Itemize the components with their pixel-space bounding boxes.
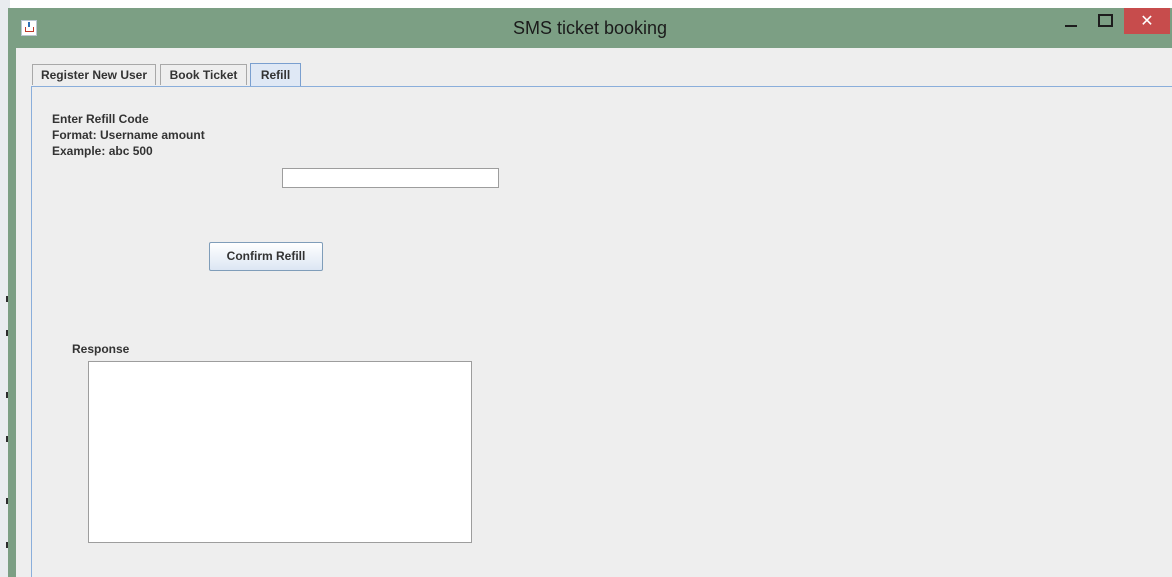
app-window: SMS ticket booking ✕ Register New User B… — [8, 8, 1172, 577]
window-title: SMS ticket booking — [512, 18, 668, 38]
instruction-line: Enter Refill Code — [52, 112, 149, 126]
minimize-icon — [1065, 25, 1077, 27]
title-bar[interactable]: SMS ticket booking ✕ — [8, 8, 1172, 48]
instruction-line: Example: abc 500 — [52, 144, 153, 158]
maximize-icon — [1098, 14, 1113, 27]
response-label: Response — [72, 342, 130, 356]
tab-register-new-user[interactable]: Register New User — [32, 64, 156, 85]
window-content: Register New User Book Ticket Refill Ent… — [16, 48, 1172, 577]
response-textarea[interactable] — [88, 361, 472, 543]
close-button[interactable]: ✕ — [1124, 8, 1170, 34]
refill-tab-panel: Enter Refill Code Format: Username amoun… — [31, 86, 1172, 577]
tab-refill[interactable]: Refill — [250, 63, 301, 86]
tab-book-ticket[interactable]: Book Ticket — [160, 64, 247, 85]
confirm-refill-button[interactable]: Confirm Refill — [209, 242, 323, 271]
minimize-button[interactable] — [1056, 8, 1086, 34]
close-icon: ✕ — [1140, 11, 1154, 30]
instruction-line: Format: Username amount — [52, 128, 205, 142]
refill-code-input[interactable] — [282, 168, 499, 188]
maximize-button[interactable] — [1090, 8, 1120, 34]
